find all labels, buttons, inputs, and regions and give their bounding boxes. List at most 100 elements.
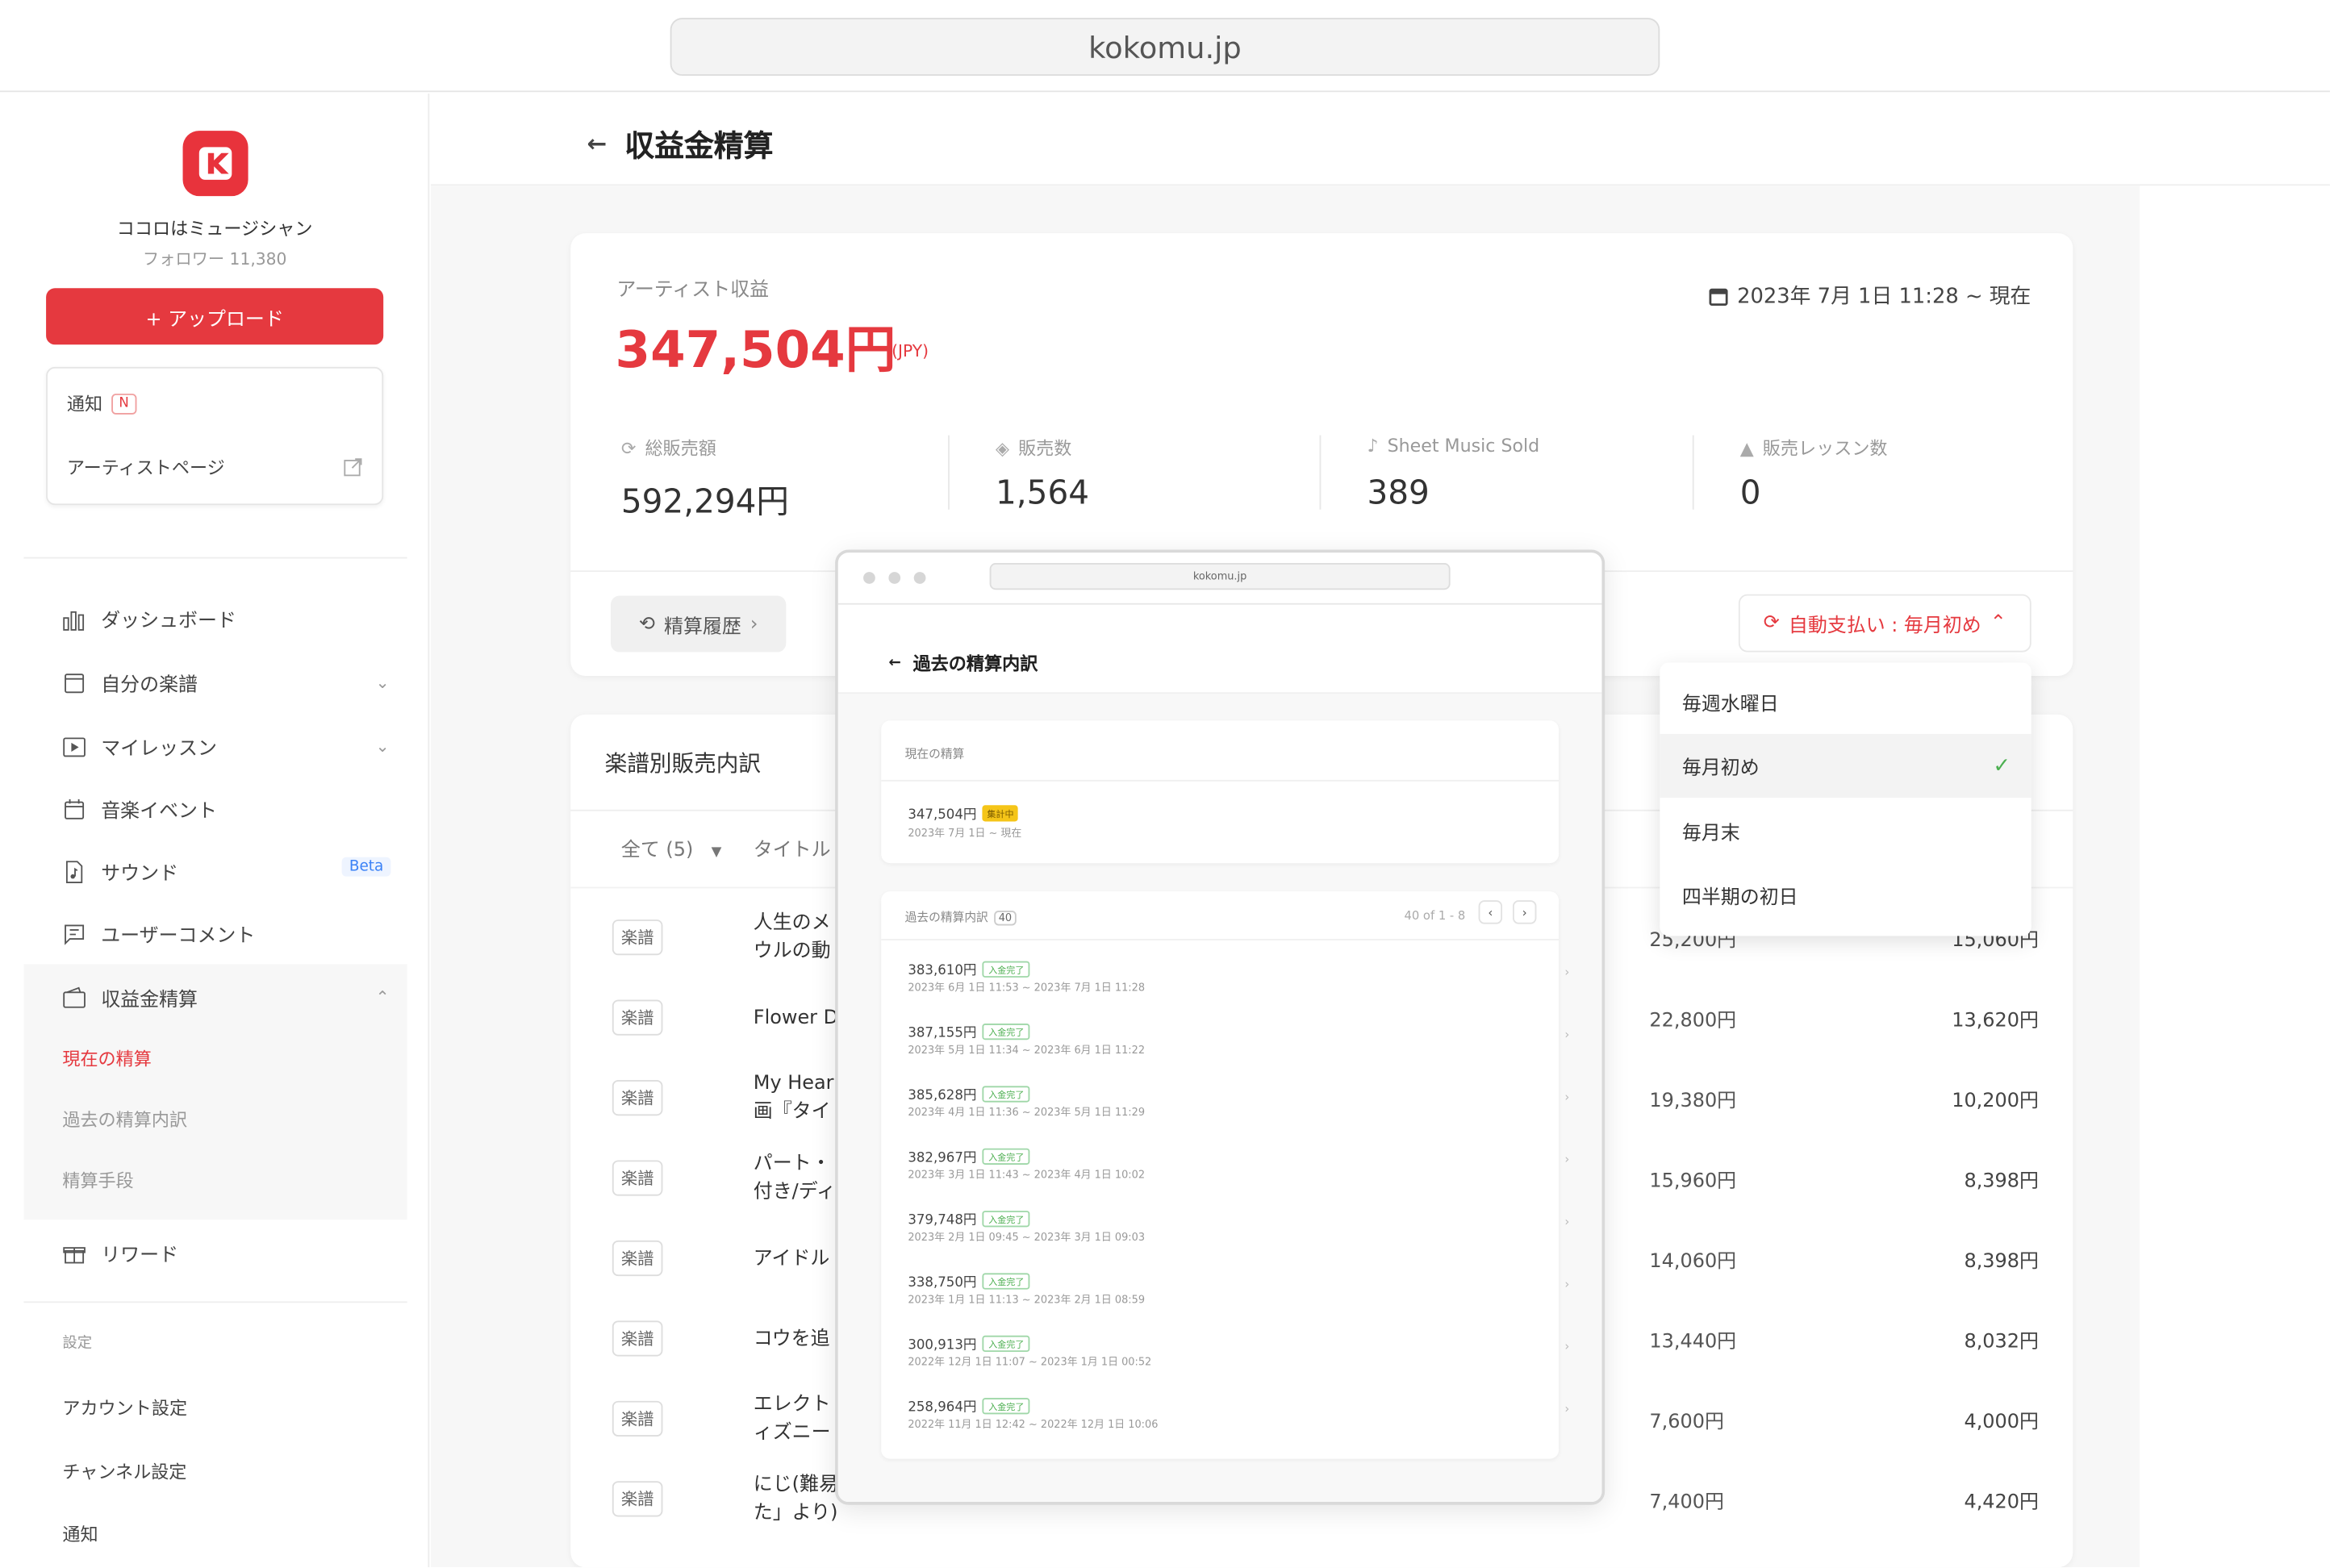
amount-text: 300,913円 — [908, 1338, 977, 1353]
amount-text: 383,610円 — [908, 964, 977, 979]
past-settlement-item[interactable]: 383,610円 入金完了 — [908, 960, 1030, 979]
amount-text: 338,750円 — [908, 1276, 977, 1291]
row-title[interactable]: 人生のメ ウルの動 — [754, 909, 837, 965]
current-settlement-amount: 347,504円 集計中 — [908, 803, 1019, 824]
sidebar-label-my-lessons: マイレッスン — [101, 738, 217, 761]
row-title[interactable]: エレクト ィズニー — [754, 1391, 837, 1447]
row-earnings-amount: 8,398円 — [1964, 1250, 2039, 1274]
past-settlement-item[interactable]: 382,967円 入金完了 — [908, 1147, 1030, 1166]
amount-text: 379,748円 — [908, 1213, 977, 1229]
sidebar-item-events[interactable]: 音楽イベント — [62, 794, 389, 823]
graduation-cap-icon: ▲ — [1739, 437, 1754, 459]
calendar-icon — [65, 798, 85, 819]
kokomu-logo-icon — [198, 147, 232, 180]
history-icon: ⟲ — [638, 612, 655, 636]
settings-channel-link[interactable]: チャンネル設定 — [62, 1459, 186, 1484]
chevron-right-icon: › — [1564, 1277, 1570, 1291]
amount-text: 347,504円 — [908, 807, 977, 824]
row-title[interactable]: My Hear 画『タイ — [754, 1070, 837, 1126]
earnings-label: アーティスト収益 — [616, 279, 770, 302]
row-title[interactable]: コウを追 — [754, 1325, 837, 1353]
caret-down-icon: ▼ — [711, 844, 722, 861]
sidebar-item-settlement[interactable]: 収益金精算 ⌃ — [62, 983, 390, 1011]
settings-account-link[interactable]: アカウント設定 — [62, 1395, 187, 1420]
sidebar-item-sound[interactable]: サウンド Beta — [62, 857, 391, 886]
filter-dropdown[interactable]: 全て (5) ▼ — [621, 833, 722, 862]
row-sales-amount: 7,400円 — [1649, 1491, 1724, 1514]
row-title[interactable]: パート・ 付き/ディ — [754, 1150, 837, 1207]
current-settlement-date: 2023年 7月 1日 ~ 現在 — [908, 827, 1022, 840]
score-type-tag: 楽譜 — [612, 1320, 663, 1357]
next-page-button[interactable]: › — [1512, 900, 1537, 924]
upload-button[interactable]: + アップロード — [46, 288, 384, 345]
row-earnings-amount: 8,032円 — [1964, 1331, 2039, 1353]
settlement-range: 2022年 12月 1日 11:07 ~ 2023年 1月 1日 00:52 — [908, 1356, 1152, 1369]
wallet-icon — [63, 986, 86, 1007]
sidebar-item-my-lessons[interactable]: マイレッスン ⌄ — [62, 732, 390, 761]
settlement-range: 2023年 6月 1日 11:53 ~ 2023年 7月 1日 11:28 — [908, 982, 1146, 995]
bar-chart-icon — [63, 610, 85, 630]
page-title: 収益金精算 — [624, 127, 774, 164]
address-bar[interactable]: kokomu.jp — [670, 18, 1660, 76]
row-title[interactable]: アイドル — [754, 1245, 837, 1273]
sidebar-subitem-current[interactable]: 現在の精算 — [62, 1046, 152, 1071]
settlement-range: 2023年 3月 1日 11:43 ~ 2023年 4月 1日 10:02 — [908, 1169, 1146, 1182]
paid-badge: 入金完了 — [982, 1024, 1030, 1040]
dropdown-option-selected[interactable]: 毎月初め ✓ — [1660, 733, 2031, 799]
chevron-down-icon: ⌄ — [375, 673, 390, 693]
quick-links-card — [46, 366, 384, 506]
past-settlement-item[interactable]: 300,913円 入金完了 — [908, 1334, 1030, 1353]
dropdown-option[interactable]: 毎週水曜日 — [1660, 670, 2031, 734]
sidebar-subitem-method[interactable]: 精算手段 — [62, 1168, 133, 1193]
stat-total-sales-label: ⟳ 総販売額 — [621, 436, 716, 461]
sidebar-item-dashboard[interactable]: ダッシュボード — [62, 605, 389, 633]
sales-breakdown-title: 楽譜別販売内訳 — [604, 750, 762, 778]
option-label: 四半期の初日 — [1681, 886, 1798, 910]
refresh-icon: ⟳ — [1763, 611, 1780, 635]
artist-page-link[interactable]: アーティストページ — [67, 455, 364, 480]
dropdown-option[interactable]: 四半期の初日 — [1660, 863, 2031, 927]
past-settlement-window: kokomu.jp ← 過去の精算内訳 現在の精算 347,504円 集計中 20… — [835, 549, 1606, 1505]
comment-icon — [65, 924, 85, 945]
sidebar-item-comments[interactable]: ユーザーコメント — [62, 920, 389, 948]
past-settlement-item[interactable]: 385,628円 入金完了 — [908, 1085, 1030, 1103]
row-title[interactable]: にじ(難易 た」より) — [754, 1470, 837, 1527]
notify-link[interactable]: 通知 N — [67, 390, 136, 415]
back-arrow-icon[interactable]: ← — [888, 655, 900, 671]
row-sales-amount: 14,060円 — [1649, 1250, 1737, 1274]
count-badge: 40 — [994, 910, 1017, 925]
back-arrow-icon[interactable]: ← — [587, 129, 608, 157]
row-earnings-amount: 13,620円 — [1952, 1010, 2039, 1033]
settlement-history-button[interactable]: ⟲ 精算履歴 › — [610, 595, 787, 653]
profile-followers: フォロワー 11,380 — [142, 249, 287, 269]
past-settlement-item[interactable]: 338,750円 入金完了 — [908, 1272, 1030, 1291]
row-title[interactable]: Flower D — [754, 1004, 837, 1032]
score-type-tag: 楽譜 — [612, 1079, 663, 1116]
auto-payment-dropdown: 毎週水曜日 毎月初め ✓ 毎月末 四半期の初日 — [1660, 662, 2031, 936]
row-sales-amount: 13,440円 — [1649, 1331, 1737, 1353]
settings-notify-link[interactable]: 通知 — [62, 1521, 98, 1546]
past-settlement-item[interactable]: 258,964円 入金完了 — [908, 1396, 1030, 1416]
auto-payment-button[interactable]: ⟳ 自動支払い : 毎月初め ⌃ — [1738, 594, 2031, 653]
stat-sheet-music-label: ♪ Sheet Music Sold — [1367, 436, 1539, 457]
sidebar-subitem-past[interactable]: 過去の精算内訳 — [62, 1107, 187, 1132]
prev-page-button[interactable]: ‹ — [1478, 900, 1503, 924]
amount-text: 387,155円 — [908, 1026, 977, 1042]
sidebar-label-reward: リワード — [101, 1245, 179, 1268]
popup-address-bar[interactable]: kokomu.jp — [989, 563, 1451, 590]
sidebar-item-my-scores[interactable]: 自分の楽譜 ⌄ — [62, 669, 390, 697]
app-logo[interactable] — [182, 131, 248, 197]
past-settlement-item[interactable]: 387,155円 入金完了 — [908, 1022, 1030, 1042]
beta-badge: Beta — [341, 857, 391, 877]
auto-payment-label: 自動支払い : 毎月初め — [1788, 615, 1981, 638]
current-settlement-label: 現在の精算 — [904, 747, 965, 761]
past-settlement-item[interactable]: 379,748円 入金完了 — [908, 1209, 1030, 1229]
date-range: 2023年 7月 1日 11:28 ~ 現在 — [1709, 281, 2031, 311]
notify-label: 通知 — [66, 394, 103, 415]
url-text: kokomu.jp — [1088, 28, 1242, 65]
settlement-history-label: 精算履歴 — [663, 615, 741, 639]
dropdown-option[interactable]: 毎月末 — [1660, 799, 2031, 863]
row-sales-amount: 22,800円 — [1649, 1010, 1737, 1033]
window-dot — [888, 572, 901, 584]
sidebar-item-reward[interactable]: リワード — [62, 1239, 389, 1267]
